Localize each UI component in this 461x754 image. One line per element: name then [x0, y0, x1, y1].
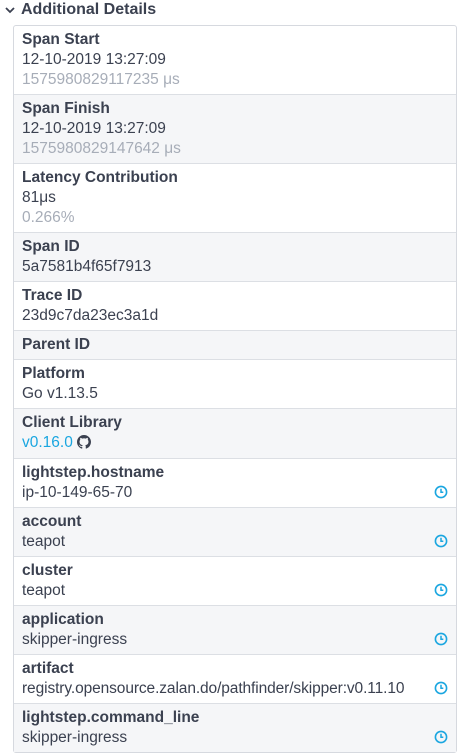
detail-value: teapot [22, 533, 66, 550]
details-panel: Span Start 12-10-2019 13:27:09 157598082… [13, 25, 457, 753]
detail-subvalue: 1575980829147642 μs [22, 140, 181, 157]
detail-row-artifact: artifact registry.opensource.zalan.do/pa… [14, 654, 456, 703]
detail-row-application: application skipper-ingress [14, 605, 456, 654]
detail-label: artifact [22, 660, 74, 677]
detail-row-span-id: Span ID 5a7581b4f65f7913 [14, 232, 456, 281]
detail-row-client-library: Client Library v0.16.0 [14, 408, 456, 458]
detail-row-cluster: cluster teapot [14, 556, 456, 605]
detail-value: registry.opensource.zalan.do/pathfinder/… [22, 680, 405, 697]
clock-icon[interactable] [434, 632, 448, 646]
detail-value: skipper-ingress [22, 729, 128, 746]
detail-row-lightstep-command-line: lightstep.command_line skipper-ingress [14, 703, 456, 752]
detail-value: 81μs [22, 189, 56, 206]
detail-label: application [22, 611, 104, 628]
clock-icon[interactable] [434, 534, 448, 548]
clock-icon[interactable] [434, 583, 448, 597]
detail-row-trace-id: Trace ID 23d9c7da23ec3a1d [14, 281, 456, 330]
clock-icon[interactable] [434, 681, 448, 695]
section-header-additional-details[interactable]: Additional Details [0, 0, 461, 20]
detail-label: Latency Contribution [22, 169, 178, 186]
detail-label: Platform [22, 365, 85, 382]
detail-value: 12-10-2019 13:27:09 [22, 51, 166, 68]
detail-value: skipper-ingress [22, 631, 128, 648]
detail-row-account: account teapot [14, 507, 456, 556]
detail-value: teapot [22, 582, 66, 599]
detail-value: Go v1.13.5 [22, 385, 98, 402]
github-icon[interactable] [76, 435, 91, 449]
detail-label: lightstep.command_line [22, 709, 200, 726]
detail-label: account [22, 513, 82, 530]
detail-label: Span Finish [22, 100, 110, 117]
detail-label: cluster [22, 562, 73, 579]
client-library-version-link[interactable]: v0.16.0 [22, 434, 73, 451]
detail-label: Span Start [22, 31, 100, 48]
detail-row-span-finish: Span Finish 12-10-2019 13:27:09 15759808… [14, 94, 456, 163]
detail-row-latency-contribution: Latency Contribution 81μs 0.266% [14, 163, 456, 232]
detail-row-platform: Platform Go v1.13.5 [14, 359, 456, 408]
detail-value: ip-10-149-65-70 [22, 484, 133, 501]
detail-label: lightstep.hostname [22, 464, 165, 481]
detail-subvalue: 1575980829117235 μs [22, 71, 180, 88]
section-title: Additional Details [21, 1, 157, 18]
detail-label: Span ID [22, 238, 80, 255]
detail-label: Parent ID [22, 336, 91, 353]
clock-icon[interactable] [434, 730, 448, 744]
chevron-down-icon[interactable] [4, 4, 16, 16]
clock-icon[interactable] [434, 485, 448, 499]
detail-value: 23d9c7da23ec3a1d [22, 307, 159, 324]
detail-row-parent-id: Parent ID [14, 330, 456, 359]
detail-label: Trace ID [22, 287, 83, 304]
detail-row-lightstep-hostname: lightstep.hostname ip-10-149-65-70 [14, 458, 456, 507]
detail-value: 5a7581b4f65f7913 [22, 258, 152, 275]
detail-value: 12-10-2019 13:27:09 [22, 120, 166, 137]
detail-label: Client Library [22, 414, 122, 431]
detail-row-span-start: Span Start 12-10-2019 13:27:09 157598082… [14, 26, 456, 94]
detail-subvalue: 0.266% [22, 209, 75, 226]
